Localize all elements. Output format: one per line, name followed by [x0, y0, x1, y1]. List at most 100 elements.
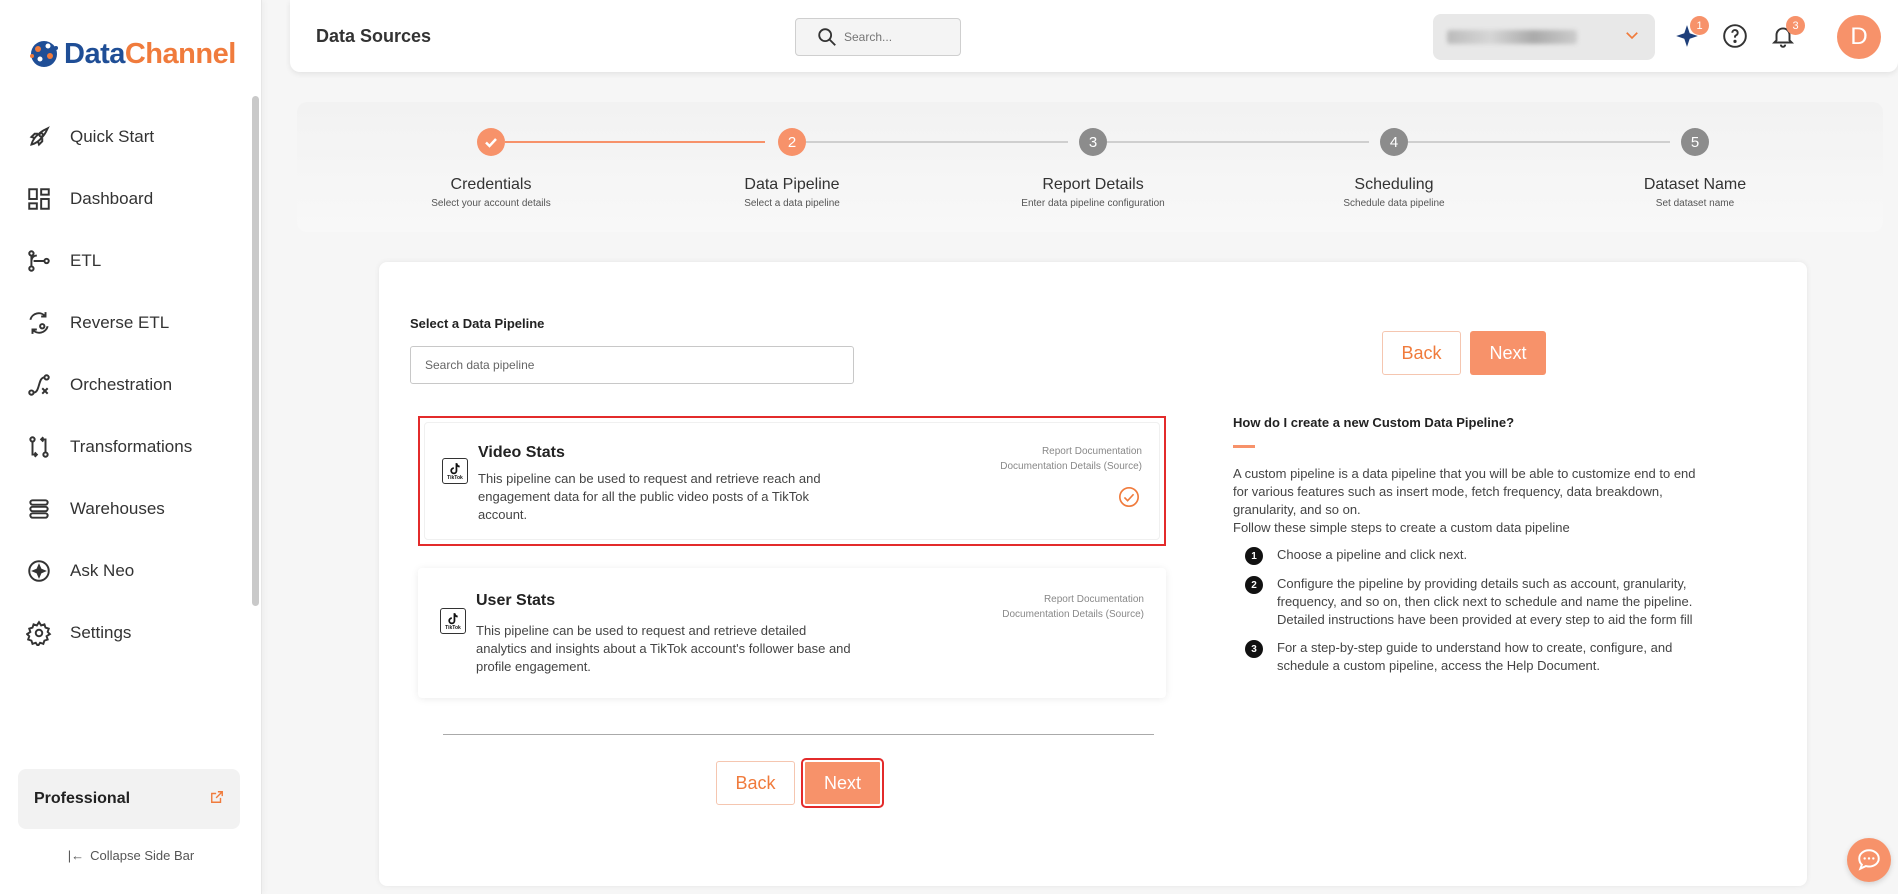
step-5-subtitle: Set dataset name [1655, 198, 1735, 209]
gear-icon [26, 620, 52, 646]
sidebar-item-dashboard[interactable]: Dashboard [0, 168, 250, 230]
help-step-text: Choose a pipeline and click next. [1277, 547, 1468, 562]
sidebar-item-label: Settings [70, 623, 132, 642]
chat-bubble-icon [1858, 849, 1880, 871]
sidebar-item-label: Quick Start [70, 127, 155, 146]
tiktok-icon: TikTok [440, 608, 466, 634]
rocket-icon [26, 124, 52, 150]
step-2-circle[interactable]: 2 [778, 128, 806, 156]
reverse-etl-icon [26, 310, 52, 336]
logo-text: DataChannel [64, 37, 236, 70]
orchestration-icon [26, 372, 52, 398]
warehouses-icon [26, 496, 52, 522]
pipeline-section-title: Select a Data Pipeline [410, 316, 545, 331]
dashboard-icon [26, 186, 52, 212]
pipeline-name: Video Stats [478, 444, 565, 461]
ask-neo-icon [26, 558, 52, 584]
pipeline-description: This pipeline can be used to request and… [476, 623, 851, 674]
plan-box[interactable]: Professional [18, 769, 240, 829]
pipeline-card-video-stats[interactable]: TikTok Video Stats This pipeline can be … [418, 416, 1166, 546]
step-5-circle[interactable]: 5 [1681, 128, 1709, 156]
step-connector-3 [1107, 141, 1369, 143]
sidebar-item-orchestration[interactable]: Orchestration [0, 354, 250, 416]
help-step-text: Configure the pipeline by providing deta… [1277, 576, 1693, 627]
sidebar-item-quick-start[interactable]: Quick Start [0, 106, 250, 168]
step-connector-1 [505, 141, 765, 143]
transformations-icon [26, 434, 52, 460]
documentation-details-link[interactable]: Documentation Details (Source) [1000, 459, 1142, 474]
page-title: Data Sources [316, 26, 432, 46]
notification-badge: 3 [1786, 16, 1805, 35]
external-link-icon[interactable] [210, 790, 224, 809]
report-documentation-link[interactable]: Report Documentation [1000, 444, 1142, 459]
notifications-button[interactable]: 3 [1769, 16, 1805, 50]
tiktok-icon-label: TikTok [447, 474, 463, 481]
sidebar-item-warehouses[interactable]: Warehouses [0, 478, 250, 540]
collapse-sidebar-label: Collapse Side Bar [90, 848, 195, 863]
back-button-top[interactable]: Back [1382, 331, 1461, 375]
datachannel-logo[interactable]: DataChannel [26, 36, 236, 72]
step-1-circle[interactable] [477, 128, 505, 156]
help-steps-list: 1 Choose a pipeline and click next. 2 Co… [1245, 546, 1715, 685]
sidebar-scrollbar[interactable] [252, 96, 259, 606]
ai-sparkle-button[interactable]: 1 [1673, 16, 1709, 50]
pipeline-doc-links: Report Documentation Documentation Detai… [1002, 592, 1144, 622]
help-title: How do I create a new Custom Data Pipeli… [1233, 415, 1515, 430]
checkmark-icon [485, 138, 497, 148]
pipeline-doc-links: Report Documentation Documentation Detai… [1000, 444, 1142, 474]
step-2-label: Data Pipeline [744, 176, 840, 193]
tiktok-icon: TikTok [442, 458, 468, 484]
avatar[interactable]: D [1837, 15, 1881, 59]
step-4-circle[interactable]: 4 [1380, 128, 1408, 156]
sidebar-item-etl[interactable]: ETL [0, 230, 250, 292]
step-3-circle[interactable]: 3 [1079, 128, 1107, 156]
selected-check-icon [1118, 486, 1140, 508]
step-3-label: Report Details [1042, 176, 1144, 193]
sidebar: DataChannel Quick Start Dashboard ETL Re… [0, 0, 262, 894]
step-1-subtitle: Select your account details [431, 198, 551, 209]
sidebar-item-transformations[interactable]: Transformations [0, 416, 250, 478]
help-step-number: 1 [1245, 547, 1263, 565]
step-1-label: Credentials [450, 176, 532, 193]
help-step: 2 Configure the pipeline by providing de… [1245, 575, 1715, 629]
help-step-text: For a step-by-step guide to understand h… [1277, 640, 1673, 673]
section-divider [443, 734, 1154, 735]
sidebar-item-label: Orchestration [70, 375, 173, 394]
pipeline-description: This pipeline can be used to request and… [478, 471, 821, 522]
pipeline-search-input[interactable] [410, 346, 854, 384]
step-connector-2 [806, 141, 1068, 143]
global-search[interactable] [795, 18, 961, 56]
help-intro: A custom pipeline is a data pipeline tha… [1233, 465, 1713, 537]
help-step: 1 Choose a pipeline and click next. [1245, 546, 1715, 565]
plan-name: Professional [34, 790, 131, 807]
collapse-sidebar-button[interactable]: |← Collapse Side Bar [0, 848, 262, 863]
pipeline-card-user-stats[interactable]: TikTok User Stats This pipeline can be u… [418, 568, 1166, 698]
search-icon [818, 28, 836, 46]
back-button-bottom[interactable]: Back [716, 761, 795, 805]
pipeline-name: User Stats [476, 592, 556, 609]
sidebar-item-settings[interactable]: Settings [0, 602, 250, 664]
step-5-label: Dataset Name [1643, 176, 1747, 193]
step-4-subtitle: Schedule data pipeline [1343, 198, 1445, 209]
wizard-stepper [297, 102, 1883, 232]
help-accent-rule [1233, 445, 1255, 448]
etl-icon [26, 248, 52, 274]
sidebar-item-label: Warehouses [70, 499, 165, 518]
sidebar-item-ask-neo[interactable]: Ask Neo [0, 540, 250, 602]
next-button-top[interactable]: Next [1470, 331, 1546, 375]
workspace-selector[interactable] [1433, 14, 1655, 60]
workspace-name-blurred [1447, 30, 1577, 44]
help-button[interactable] [1721, 22, 1749, 50]
step-4-label: Scheduling [1354, 176, 1434, 193]
sidebar-item-label: ETL [70, 251, 102, 270]
chevron-down-icon [1623, 26, 1641, 49]
report-documentation-link[interactable]: Report Documentation [1002, 592, 1144, 607]
help-intro-text: A custom pipeline is a data pipeline tha… [1233, 466, 1696, 517]
help-step-number: 2 [1245, 576, 1263, 594]
search-input[interactable] [844, 30, 954, 44]
documentation-details-link[interactable]: Documentation Details (Source) [1002, 607, 1144, 622]
help-step-number: 3 [1245, 640, 1263, 658]
next-button-bottom[interactable]: Next [801, 758, 884, 808]
sidebar-item-reverse-etl[interactable]: Reverse ETL [0, 292, 250, 354]
chat-support-button[interactable] [1847, 838, 1891, 882]
